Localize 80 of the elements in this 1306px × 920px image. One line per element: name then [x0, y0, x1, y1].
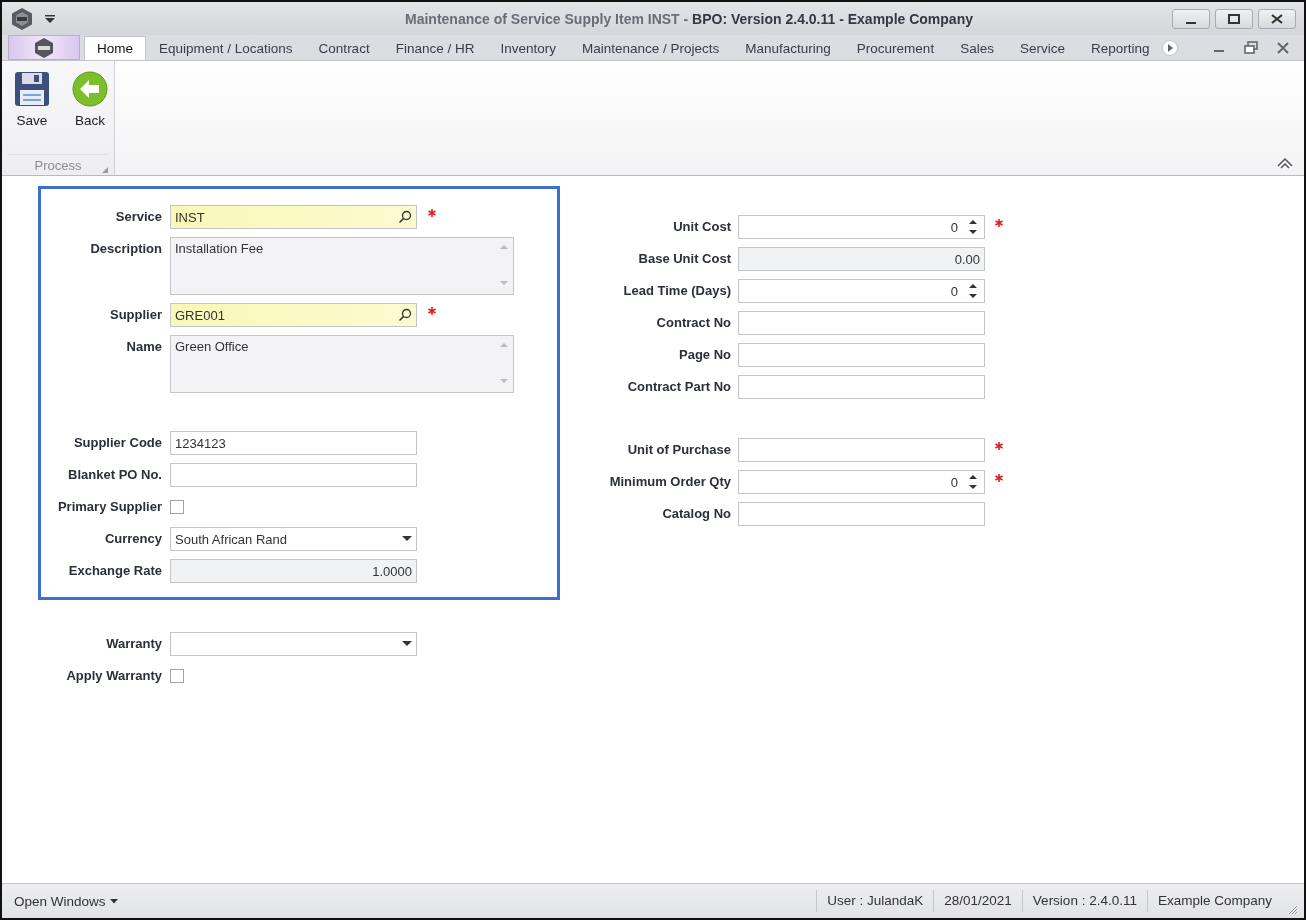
input-field[interactable]	[738, 311, 985, 335]
input-field[interactable]	[738, 343, 985, 367]
ribbon-tab[interactable]: Home	[84, 36, 146, 60]
maximize-icon	[1228, 13, 1240, 24]
field-label: Unit of Purchase	[626, 441, 731, 459]
field-label: Lead Time (Days)	[622, 282, 731, 300]
app-menu-button[interactable]	[8, 35, 80, 60]
ribbon-tab[interactable]: Sales	[947, 36, 1007, 60]
ribbon-tab[interactable]: Contract	[305, 36, 383, 60]
input-field[interactable]: 1.0000	[170, 559, 417, 583]
field-label: Page No	[678, 346, 731, 364]
maximize-button[interactable]	[1215, 8, 1253, 29]
ribbon-tab[interactable]: Maintenance / Projects	[568, 36, 733, 60]
field-label: Service	[114, 208, 162, 226]
field-label: Contract Part No	[626, 378, 731, 396]
input-field[interactable]: 1234123	[170, 431, 417, 455]
spin-field[interactable]: 0	[738, 470, 985, 494]
open-windows-menu[interactable]: Open Windows	[2, 892, 124, 910]
window-title: Maintenance of Service Supply Item INST - BPO: Version 2.4.0.11 - Example Company	[404, 10, 974, 27]
input-field[interactable]: 0.00	[738, 247, 985, 271]
scroll-right-icon[interactable]	[1162, 39, 1179, 56]
field-label: Currency	[103, 530, 162, 548]
lookup-field[interactable]: GRE001	[170, 303, 417, 327]
restore-icon[interactable]	[1244, 40, 1258, 55]
dropdown-field[interactable]: South African Rand	[170, 527, 417, 551]
caret-down-icon	[109, 898, 118, 904]
ribbon-tab[interactable]: Service	[1006, 36, 1078, 60]
app-logo-icon	[33, 36, 55, 59]
field-label: Primary Supplier	[56, 498, 162, 516]
field-label: Catalog No	[661, 505, 731, 523]
caret-down-icon[interactable]	[402, 536, 412, 542]
dropdown-arrow-icon[interactable]	[44, 13, 56, 24]
memo-field[interactable]: Green Office	[170, 335, 514, 393]
ribbon-button[interactable]: Back	[66, 69, 114, 154]
status-text: Example Company	[1146, 890, 1282, 912]
field-label: Description	[89, 240, 162, 258]
ribbon-button[interactable]: Save	[8, 69, 56, 154]
spin-field[interactable]: 0	[738, 215, 985, 239]
ribbon-tab[interactable]: Procurement	[843, 36, 948, 60]
app-logo-icon	[10, 6, 34, 31]
search-icon[interactable]	[398, 210, 412, 224]
field-label: Supplier Code	[72, 434, 162, 452]
field-label: Name	[125, 338, 162, 356]
close-icon[interactable]	[1276, 40, 1290, 55]
field-label: Base Unit Cost	[637, 250, 731, 268]
field-label: Apply Warranty	[65, 667, 162, 685]
lookup-field[interactable]: INST	[170, 205, 417, 229]
input-field[interactable]	[170, 463, 417, 487]
input-field[interactable]	[738, 438, 985, 462]
minimize-button[interactable]	[1172, 8, 1210, 29]
spin-field[interactable]: 0	[738, 279, 985, 303]
input-field[interactable]	[738, 375, 985, 399]
checkbox[interactable]	[170, 669, 184, 683]
status-text: 28/01/2021	[933, 890, 1022, 912]
collapse-ribbon-icon[interactable]	[1276, 157, 1294, 169]
field-label: Contract No	[655, 314, 731, 332]
status-text: Version : 2.4.0.11	[1021, 890, 1147, 912]
ribbon-tab[interactable]: Equipment / Locations	[146, 36, 306, 60]
field-label: Unit Cost	[672, 218, 731, 236]
field-label: Warranty	[105, 635, 162, 653]
dropdown-field[interactable]	[170, 632, 417, 656]
close-button[interactable]	[1258, 8, 1296, 29]
ribbon-group-label: Process	[34, 157, 82, 173]
caret-down-icon[interactable]	[402, 641, 412, 647]
close-icon	[1271, 13, 1283, 24]
resize-grip-icon[interactable]	[1288, 905, 1298, 915]
field-label: Blanket PO No.	[67, 466, 162, 484]
field-label: Supplier	[109, 306, 162, 324]
field-label: Minimum Order Qty	[608, 473, 731, 491]
field-label: Exchange Rate	[67, 562, 162, 580]
checkbox[interactable]	[170, 500, 184, 514]
ribbon-tab[interactable]: Inventory	[487, 36, 569, 60]
ribbon-tab[interactable]: Manufacturing	[732, 36, 844, 60]
memo-field[interactable]: Installation Fee	[170, 237, 514, 295]
minimize-icon	[1186, 21, 1196, 24]
input-field[interactable]	[738, 502, 985, 526]
status-text: User : JulandaK	[816, 890, 934, 912]
search-icon[interactable]	[398, 308, 412, 322]
ribbon-tab[interactable]: Reporting	[1077, 36, 1163, 60]
ribbon-tab[interactable]: Finance / HR	[382, 36, 488, 60]
